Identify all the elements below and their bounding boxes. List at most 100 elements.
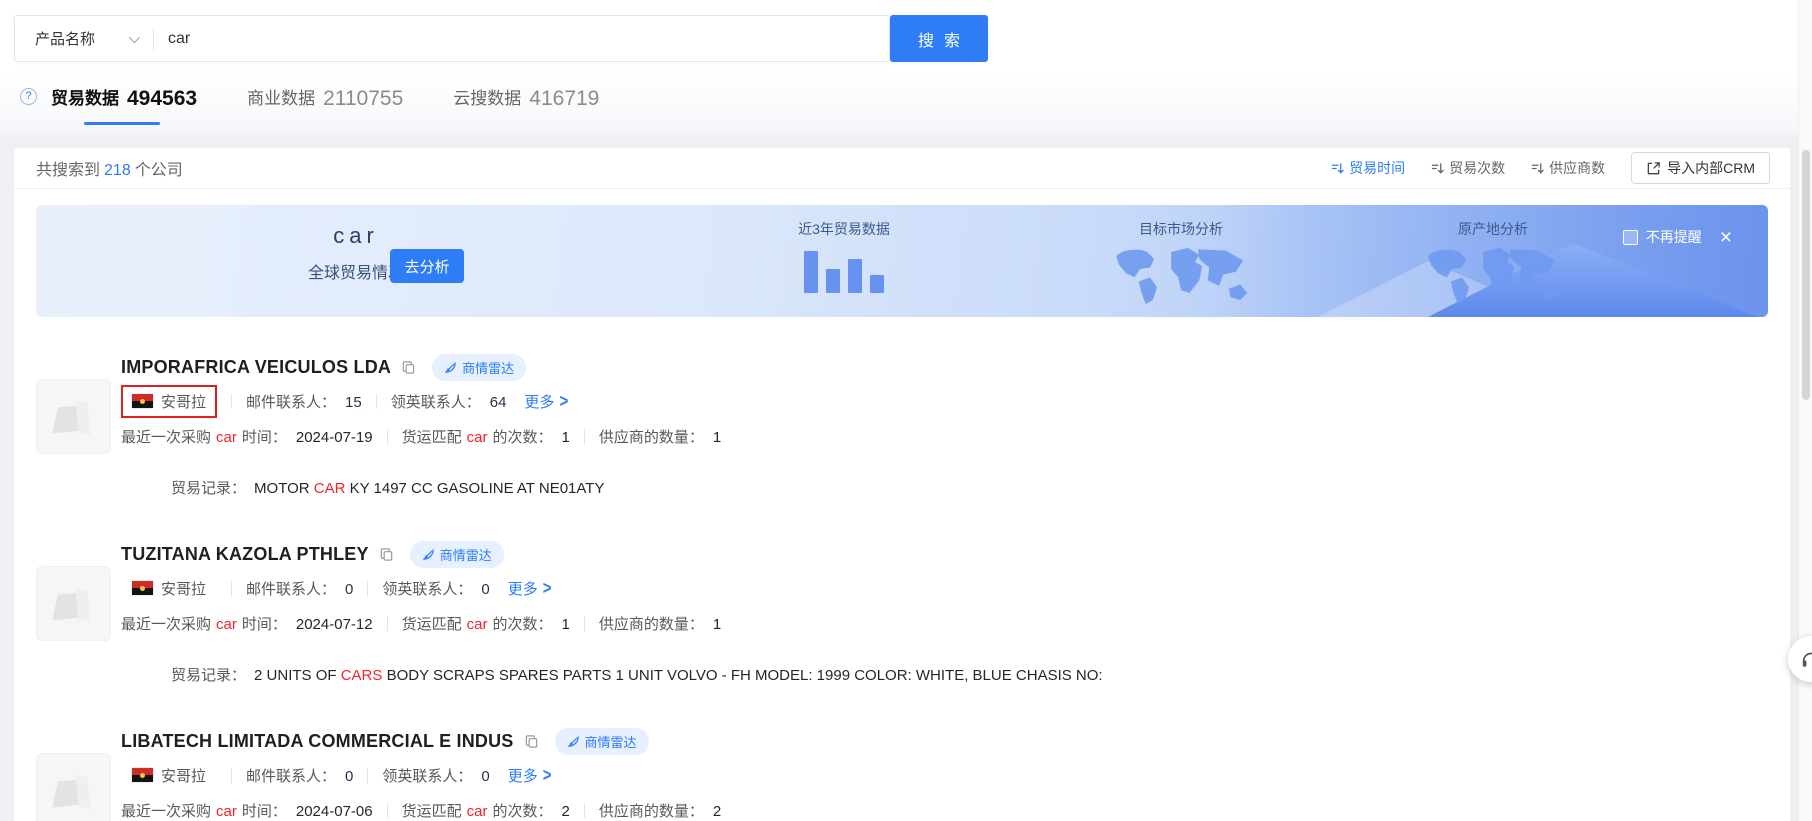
divider	[231, 581, 232, 596]
more-label: 更多	[508, 578, 538, 599]
tab-trade-data[interactable]: ? 贸易数据 494563	[20, 84, 197, 109]
more-link[interactable]: 更多>	[508, 765, 552, 786]
company-name[interactable]: TUZITANA KAZOLA PTHLEY	[121, 544, 369, 565]
divider	[387, 616, 388, 631]
copy-icon[interactable]	[401, 360, 416, 375]
dont-remind-checkbox[interactable]	[1623, 230, 1638, 245]
supplier-count-stat: 供应商的数量：1	[599, 613, 721, 634]
help-icon[interactable]: ?	[20, 88, 37, 105]
chevron-right-icon: >	[543, 577, 552, 598]
country-name: 安哥拉	[161, 391, 206, 412]
import-crm-label: 导入内部CRM	[1667, 158, 1755, 178]
company-name[interactable]: IMPORAFRICA VEICULOS LDA	[121, 357, 391, 378]
divider	[367, 581, 368, 596]
business-radar-badge[interactable]: 商情雷达	[432, 354, 526, 381]
company-logo-thumbnail[interactable]	[36, 566, 111, 641]
tab-cloud-search-data[interactable]: 云搜数据 416719	[453, 84, 599, 109]
chevron-right-icon: >	[543, 764, 552, 785]
top-bar: 产品名称 搜索 ? 贸易数据 494563 商业数据 2110755 云搜数据 …	[0, 0, 1812, 135]
tab-label: 云搜数据	[453, 84, 521, 109]
scrollbar-thumb[interactable]	[1802, 150, 1810, 400]
purchase-date: 2024-07-06	[296, 803, 373, 820]
divider	[387, 429, 388, 444]
sort-label: 供应商数	[1549, 158, 1605, 178]
search-input[interactable]	[154, 30, 889, 48]
analysis-banner: car 全球贸易情况 去分析 近3年贸易数据 目标市场分析	[36, 205, 1768, 317]
stat-label: 的次数：	[492, 616, 552, 633]
close-icon[interactable]: ×	[1720, 230, 1732, 245]
origin-analysis-label: 原产地分析	[1388, 219, 1598, 239]
tab-count: 494563	[127, 89, 197, 109]
record-text: KY 1497 CC GASOLINE AT NE01ATY	[345, 480, 604, 497]
search-bar: 产品名称	[14, 15, 890, 62]
chart-bar	[804, 251, 818, 293]
radar-icon	[567, 735, 580, 748]
linkedin-count: 0	[481, 581, 489, 598]
trade-search-page: 产品名称 搜索 ? 贸易数据 494563 商业数据 2110755 云搜数据 …	[0, 0, 1812, 821]
company-logo-thumbnail[interactable]	[36, 379, 111, 454]
company-details: LIBATECH LIMITADA COMMERCIAL E INDUS 商情雷…	[121, 729, 1768, 821]
email-contacts: 邮件联系人：0	[246, 578, 353, 599]
analyze-button[interactable]: 去分析	[390, 249, 464, 283]
record-keyword: CARS	[341, 667, 383, 684]
company-list: IMPORAFRICA VEICULOS LDA 商情雷达 安哥拉	[14, 317, 1790, 821]
angola-flag-icon	[132, 394, 153, 408]
email-contacts: 邮件联系人：15	[246, 391, 362, 412]
customer-support-button[interactable]	[1788, 636, 1812, 682]
chevron-down-icon	[129, 31, 140, 42]
scrollbar[interactable]	[1798, 0, 1812, 821]
origin-analysis-block[interactable]: 原产地分析	[1388, 219, 1598, 312]
stat-label: 供应商的数量：	[599, 803, 704, 820]
stat-label: 供应商的数量：	[599, 616, 704, 633]
search-button[interactable]: 搜索	[890, 15, 988, 62]
mini-bar-chart	[744, 247, 944, 293]
sort-toolbar: 贸易时间 贸易次数 供应商数 导入内部CRM	[1331, 152, 1770, 184]
copy-icon[interactable]	[379, 547, 394, 562]
email-count: 0	[345, 768, 353, 785]
business-radar-badge[interactable]: 商情雷达	[555, 728, 649, 755]
stat-label: 的次数：	[492, 803, 552, 820]
found-suffix: 个公司	[135, 162, 183, 179]
trade-trend-block[interactable]: 近3年贸易数据	[744, 219, 944, 293]
stat-label: 最近一次采购	[121, 803, 211, 820]
divider	[584, 429, 585, 444]
target-market-label: 目标市场分析	[1076, 219, 1286, 239]
company-list-item: LIBATECH LIMITADA COMMERCIAL E INDUS 商情雷…	[36, 729, 1768, 821]
company-list-item: TUZITANA KAZOLA PTHLEY 商情雷达 安哥拉	[36, 542, 1768, 702]
supplier-count: 1	[713, 429, 721, 446]
more-label: 更多	[524, 391, 554, 412]
stat-label: 货运匹配	[402, 429, 462, 446]
active-tab-underline	[84, 122, 160, 125]
sort-trade-time[interactable]: 贸易时间	[1331, 158, 1405, 178]
linkedin-count: 0	[481, 768, 489, 785]
sort-supplier-count[interactable]: 供应商数	[1531, 158, 1605, 178]
import-crm-button[interactable]: 导入内部CRM	[1631, 152, 1770, 184]
company-details: IMPORAFRICA VEICULOS LDA 商情雷达 安哥拉	[121, 355, 1768, 515]
country-highlight-box: 安哥拉	[121, 385, 217, 418]
business-radar-badge[interactable]: 商情雷达	[410, 541, 504, 568]
record-text: BODY SCRAPS SPARES PARTS 1 UNIT VOLVO - …	[382, 667, 1102, 684]
country-group: 安哥拉	[121, 572, 217, 605]
tab-label: 贸易数据	[51, 84, 119, 109]
chart-bar	[848, 259, 862, 293]
banner-keyword: car	[226, 223, 486, 249]
linkedin-label: 领英联系人：	[382, 581, 472, 598]
search-category-dropdown[interactable]: 产品名称	[15, 28, 153, 49]
copy-icon[interactable]	[524, 734, 539, 749]
match-count-stat: 货运匹配car的次数：1	[402, 613, 570, 634]
tab-business-data[interactable]: 商业数据 2110755	[247, 84, 403, 109]
sort-label: 贸易次数	[1449, 158, 1505, 178]
more-link[interactable]: 更多>	[508, 578, 552, 599]
more-link[interactable]: 更多>	[524, 391, 568, 412]
sort-trade-count[interactable]: 贸易次数	[1431, 158, 1505, 178]
company-logo-thumbnail[interactable]	[36, 753, 111, 821]
email-label: 邮件联系人：	[246, 394, 336, 411]
data-tabs: ? 贸易数据 494563 商业数据 2110755 云搜数据 416719	[20, 84, 599, 109]
headset-icon	[1800, 648, 1812, 670]
supplier-count-stat: 供应商的数量：1	[599, 426, 721, 447]
tab-count: 2110755	[323, 89, 403, 109]
target-market-block[interactable]: 目标市场分析	[1076, 219, 1286, 312]
company-name[interactable]: LIBATECH LIMITADA COMMERCIAL E INDUS	[121, 731, 514, 752]
stat-label: 货运匹配	[402, 803, 462, 820]
stat-label: 时间：	[242, 803, 287, 820]
